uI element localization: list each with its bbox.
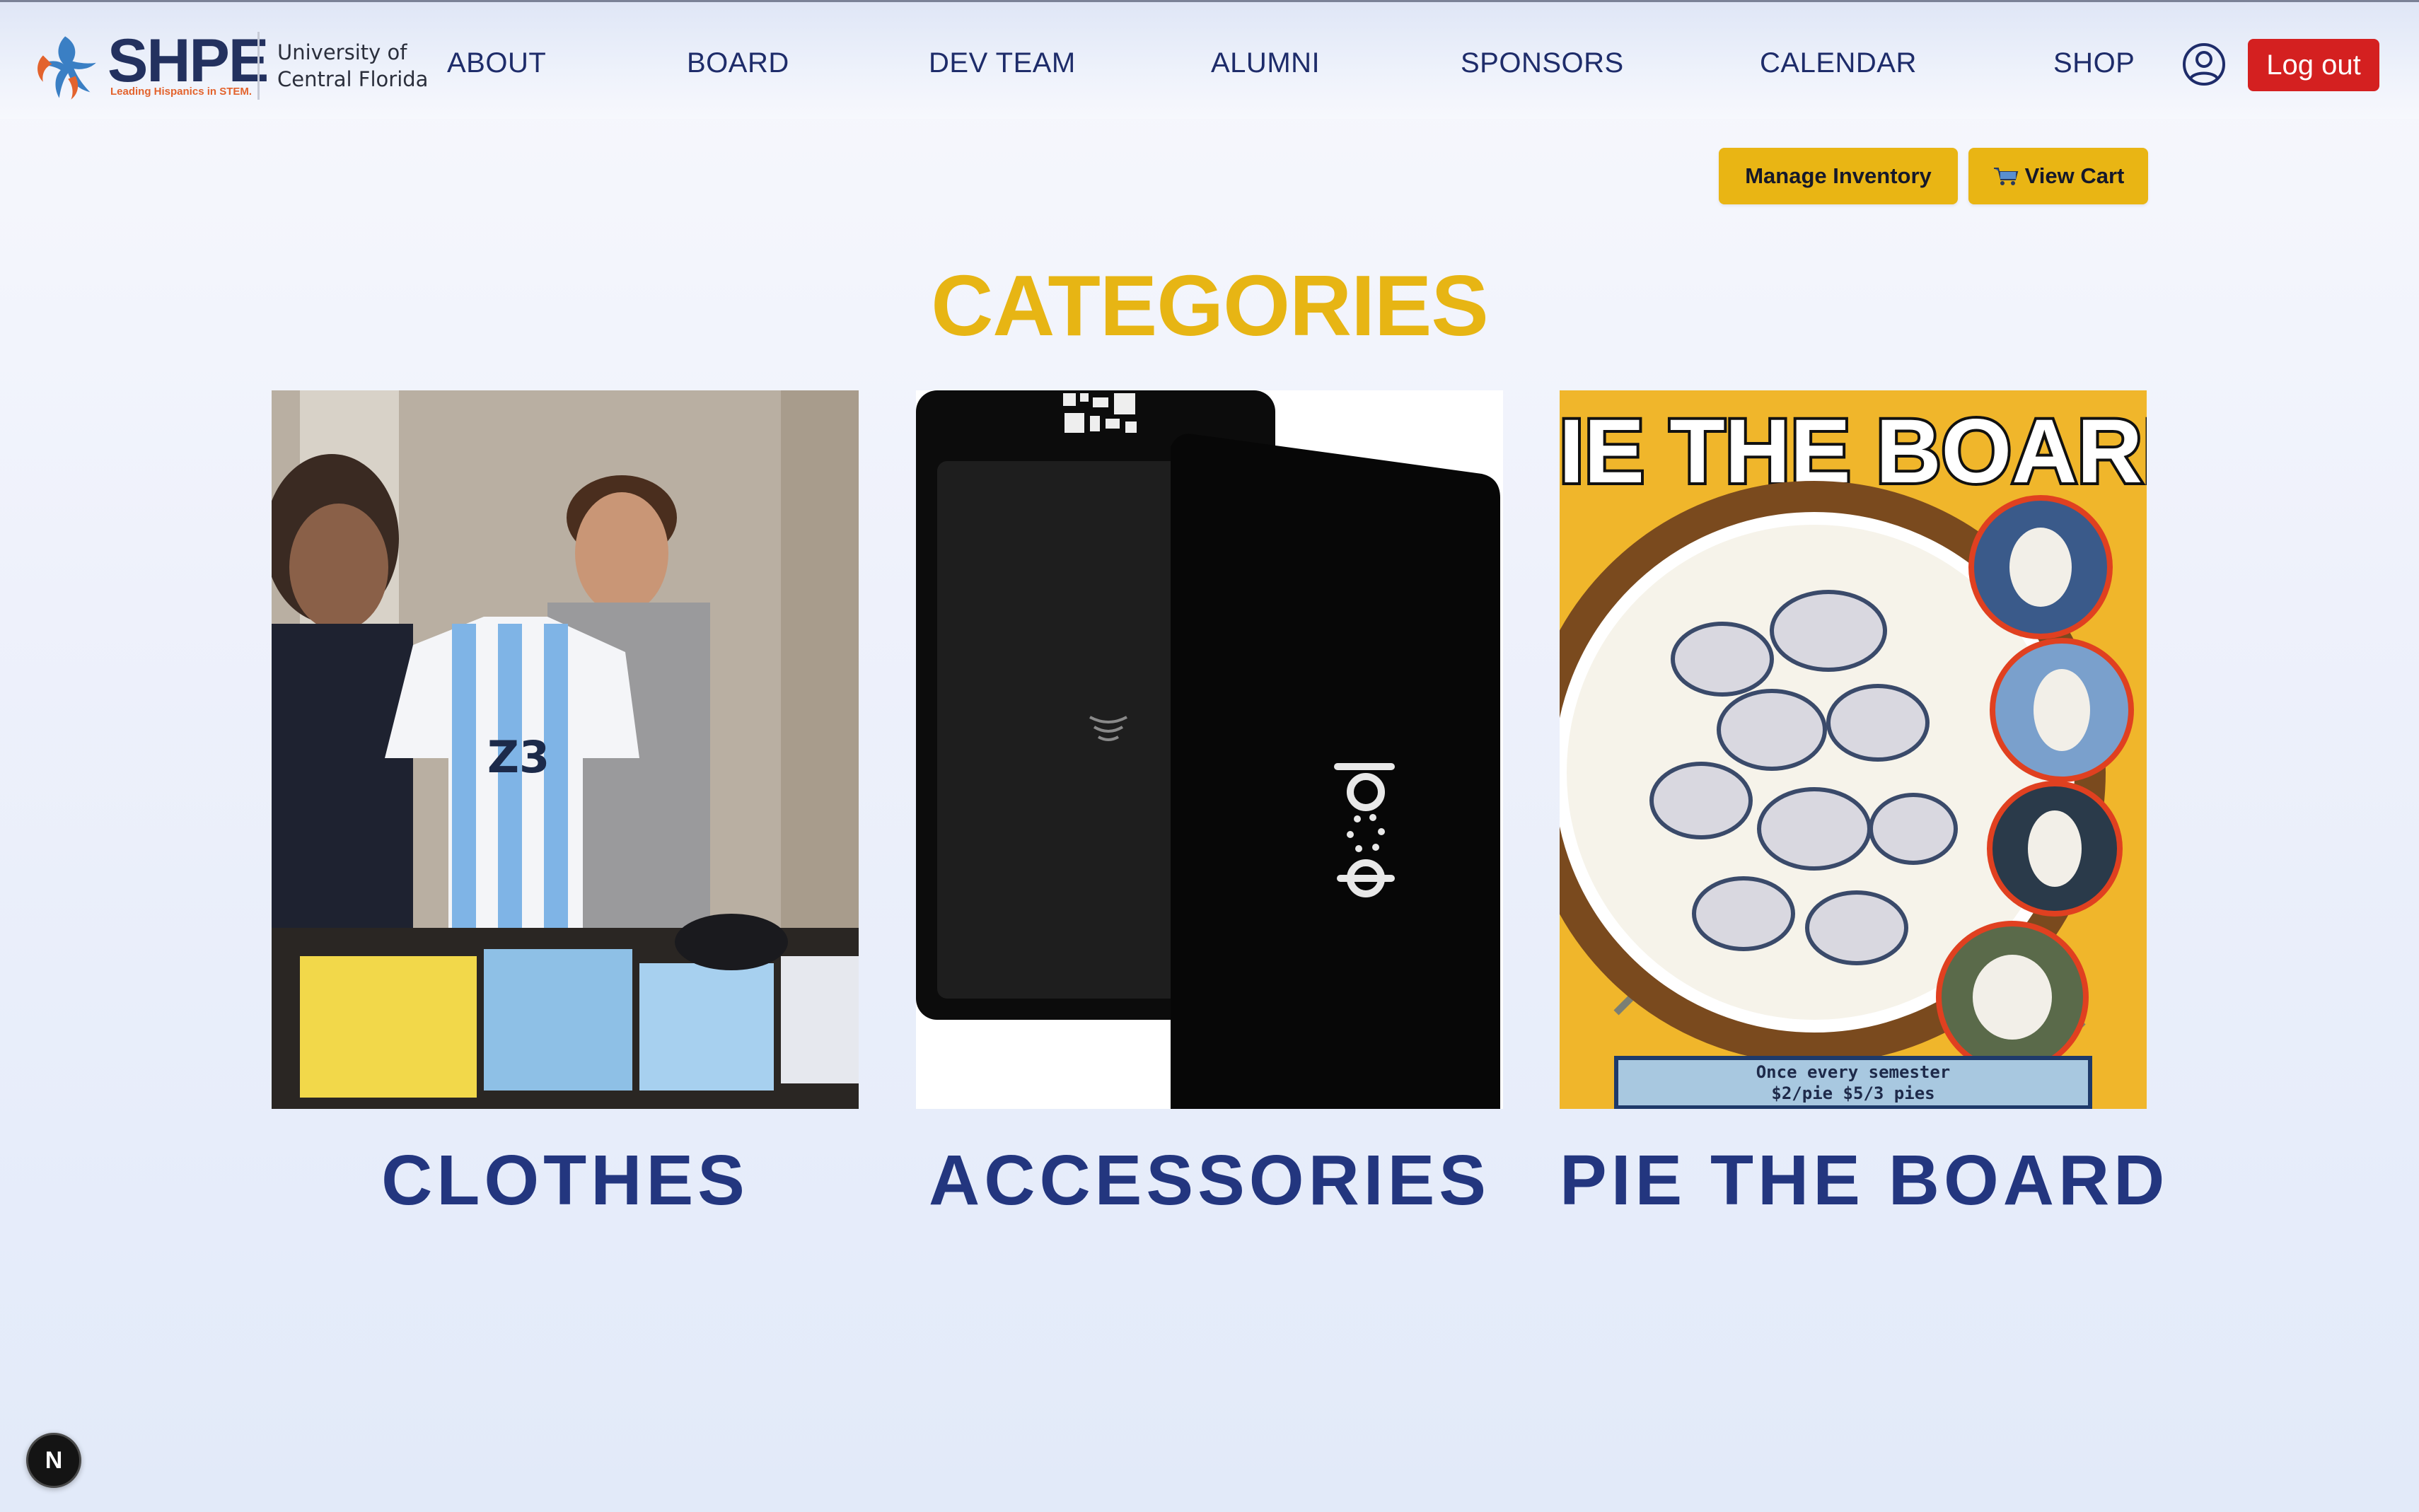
categories-heading: CATEGORIES xyxy=(931,257,1489,354)
category-label-accessories[interactable]: ACCESSORIES xyxy=(916,1140,1503,1221)
nextjs-dev-badge[interactable]: N xyxy=(26,1433,81,1488)
top-navbar: SHPE Leading Hispanics in STEM. Universi… xyxy=(0,0,2419,119)
shpe-ucf-logo[interactable]: SHPE Leading Hispanics in STEM. Universi… xyxy=(27,27,428,103)
school-line-2: Central Florida xyxy=(277,67,429,91)
category-card-pie-the-board[interactable]: PIE THE BOARD Once every semeste xyxy=(1560,390,2164,1220)
logo-divider xyxy=(257,32,260,100)
poster-caption-2: $2/pie $5/3 pies xyxy=(1771,1083,1934,1103)
nav-link-board[interactable]: BOARD xyxy=(687,47,789,79)
logout-button[interactable]: Log out xyxy=(2248,39,2379,91)
nav-link-alumni[interactable]: ALUMNI xyxy=(1211,47,1320,79)
clothes-photo[interactable]: Z3 xyxy=(272,390,859,1109)
svg-text:Z3: Z3 xyxy=(487,731,550,783)
pie-the-board-poster[interactable]: PIE THE BOARD Once every semeste xyxy=(1560,390,2147,1109)
poster-caption-1: Once every semester xyxy=(1756,1062,1951,1082)
user-circle-icon[interactable] xyxy=(2181,42,2227,87)
brand-tagline: Leading Hispanics in STEM. xyxy=(110,86,253,98)
school-name: University of Central Florida xyxy=(277,39,428,93)
nav-link-sponsors[interactable]: SPONSORS xyxy=(1461,47,1624,79)
nav-link-shop[interactable]: SHOP xyxy=(2053,47,2135,79)
shopping-cart-icon xyxy=(1993,168,2018,185)
view-cart-label: View Cart xyxy=(2024,163,2125,188)
nav-link-calendar[interactable]: CALENDAR xyxy=(1760,47,1917,79)
accessories-photo[interactable] xyxy=(916,390,1503,1109)
category-label-pie-the-board[interactable]: PIE THE BOARD xyxy=(1560,1140,2164,1221)
shpe-logo-mark-icon xyxy=(37,36,96,100)
manage-inventory-button[interactable]: Manage Inventory xyxy=(1719,148,1958,204)
nav-link-dev-team[interactable]: DEV TEAM xyxy=(929,47,1076,79)
view-cart-button[interactable]: View Cart xyxy=(1968,148,2148,204)
school-line-1: University of xyxy=(277,40,407,64)
category-card-clothes[interactable]: Z3 CLOTHES xyxy=(272,390,859,1220)
category-card-accessories[interactable]: ACCESSORIES xyxy=(916,390,1503,1220)
category-label-clothes[interactable]: CLOTHES xyxy=(272,1140,859,1221)
nav-link-about[interactable]: ABOUT xyxy=(447,47,546,79)
